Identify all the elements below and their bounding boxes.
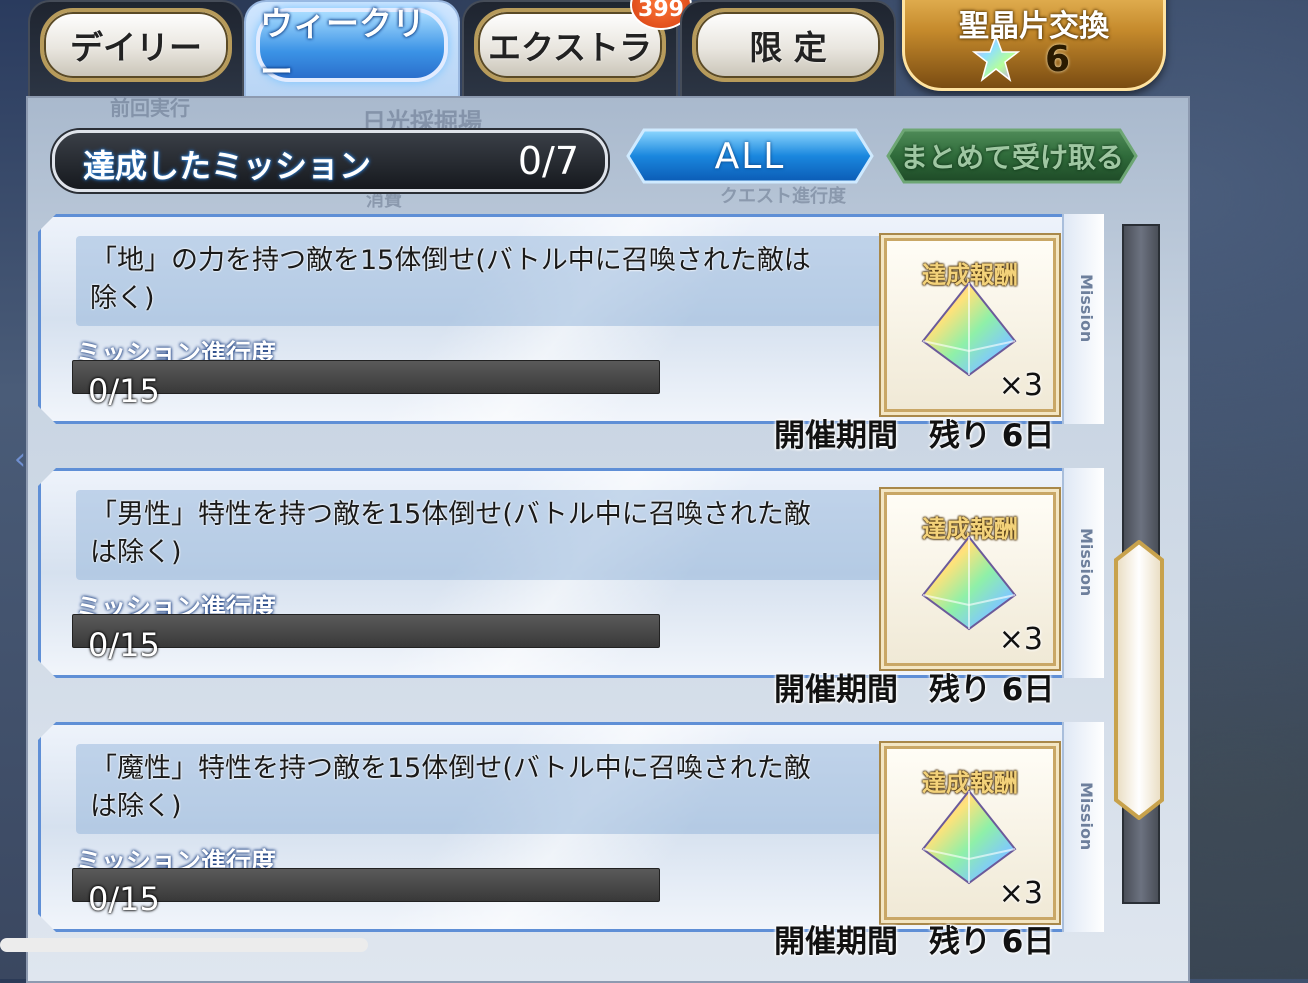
filter-all-button[interactable]: ALL <box>626 128 874 184</box>
mission-description: 「男性」特性を持つ敵を15体倒せ(バトル中に召喚された敵は除く) <box>90 499 811 568</box>
background-text: クエスト進行度 <box>720 186 846 207</box>
tab-daily-label: デイリー <box>40 8 232 82</box>
mission-period: 開催期間 残り 6日 <box>774 924 1055 960</box>
filter-all-label: ALL <box>714 135 786 177</box>
mission-card-side: Mission <box>1062 214 1104 424</box>
fragment-exchange-button[interactable]: 聖晶片交換 6 <box>902 0 1166 91</box>
mission-description: 「魔性」特性を持つ敵を15体倒せ(バトル中に召喚された敵は除く) <box>90 753 811 822</box>
home-indicator <box>0 938 368 952</box>
mission-reward[interactable]: 達成報酬 ×3 <box>884 746 1056 920</box>
reward-quantity: ×3 <box>998 876 1043 911</box>
completed-missions-label: 達成したミッション <box>83 147 372 185</box>
mission-progress-text: 0/15 <box>88 880 160 918</box>
mission-side-tag: Mission <box>1077 528 1096 597</box>
mission-period: 開催期間 残り 6日 <box>774 418 1055 454</box>
tab-weekly[interactable]: ウィークリー <box>244 0 460 98</box>
tab-limited[interactable]: 限 定 <box>680 0 896 98</box>
mission-card-side: Mission <box>1062 468 1104 678</box>
exchange-count: 6 <box>1045 39 1071 80</box>
receive-all-button[interactable]: まとめて受け取る <box>886 128 1138 184</box>
tab-weekly-label: ウィークリー <box>256 4 448 91</box>
mission-card-side: Mission <box>1062 722 1104 932</box>
mission-reward[interactable]: 達成報酬 ×3 <box>884 238 1056 412</box>
mission-progress-bar <box>72 614 660 648</box>
mission-progress-bar <box>72 360 660 394</box>
scrollbar-thumb[interactable] <box>1114 540 1164 820</box>
mission-card[interactable]: Mission 「男性」特性を持つ敵を15体倒せ(バトル中に召喚された敵は除く)… <box>38 468 1104 678</box>
saint-quartz-fragment-icon <box>972 34 1020 82</box>
reward-quantity: ×3 <box>998 622 1043 657</box>
saint-quartz-icon <box>921 281 1017 377</box>
mission-side-tag: Mission <box>1077 782 1096 851</box>
saint-quartz-icon <box>921 789 1017 885</box>
mission-reward[interactable]: 達成報酬 ×3 <box>884 492 1056 666</box>
saint-quartz-icon <box>921 535 1017 631</box>
exchange-label: 聖晶片交換 <box>959 9 1109 44</box>
mission-card[interactable]: Mission 「地」の力を持つ敵を15体倒せ(バトル中に召喚された敵は除く) … <box>38 214 1104 424</box>
completed-missions-summary: 達成したミッション 0/7 <box>52 130 608 192</box>
mission-card[interactable]: Mission 「魔性」特性を持つ敵を15体倒せ(バトル中に召喚された敵は除く)… <box>38 722 1104 932</box>
receive-all-label: まとめて受け取る <box>899 141 1124 174</box>
tab-daily[interactable]: デイリー <box>28 0 244 98</box>
mission-progress-text: 0/15 <box>88 372 160 410</box>
reward-quantity: ×3 <box>998 368 1043 403</box>
completed-missions-count: 0/7 <box>517 139 579 183</box>
mission-progress-bar <box>72 868 660 902</box>
mission-period: 開催期間 残り 6日 <box>774 672 1055 708</box>
tab-limited-label: 限 定 <box>692 8 884 82</box>
mission-description: 「地」の力を持つ敵を15体倒せ(バトル中に召喚された敵は除く) <box>90 245 811 314</box>
mission-side-tag: Mission <box>1077 274 1096 343</box>
mission-progress-text: 0/15 <box>88 626 160 664</box>
background-text: 前回実行 <box>110 96 190 120</box>
